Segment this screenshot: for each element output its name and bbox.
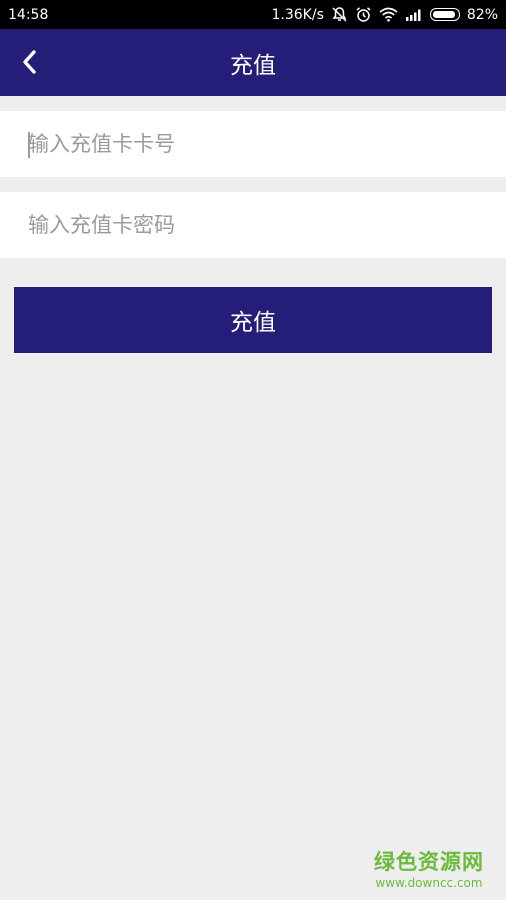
battery-percent: 82% — [466, 6, 498, 23]
alarm-icon — [355, 6, 372, 23]
card-number-row — [0, 111, 506, 177]
back-button[interactable] — [14, 45, 44, 79]
app-bar: 充值 — [0, 29, 506, 96]
page-title: 充值 — [230, 52, 276, 79]
status-time: 14:58 — [8, 6, 49, 23]
network-speed: 1.36K/s — [271, 6, 324, 23]
signal-icon — [405, 8, 423, 21]
chevron-left-icon — [23, 50, 36, 74]
battery-icon — [429, 8, 460, 21]
text-cursor — [28, 132, 30, 158]
watermark-url: www.downcc.com — [375, 876, 483, 890]
card-password-row — [0, 192, 506, 258]
wifi-icon — [379, 7, 398, 22]
watermark: 绿色资源网 www.downcc.com — [374, 846, 484, 890]
recharge-button[interactable]: 充值 — [14, 287, 492, 353]
watermark-name: 绿色资源网 — [374, 850, 484, 874]
mute-icon — [331, 6, 348, 23]
card-number-input[interactable] — [0, 111, 506, 177]
card-password-input[interactable] — [0, 192, 506, 258]
status-bar: 14:58 1.36K/s 82% — [0, 0, 506, 29]
battery-fill — [432, 11, 455, 18]
status-indicators: 1.36K/s 82% — [272, 6, 499, 23]
